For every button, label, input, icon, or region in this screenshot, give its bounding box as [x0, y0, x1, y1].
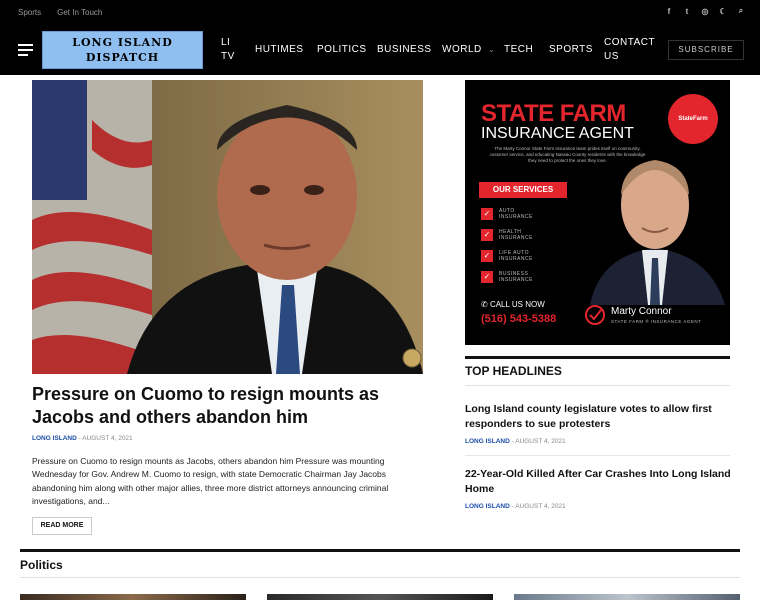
state-farm-ad[interactable]: STATE FARM INSURANCE AGENT StateFarm The… [465, 80, 730, 345]
hero-excerpt: Pressure on Cuomo to resign mounts as Ja… [32, 456, 389, 507]
service-row: ✓ AUTO INSURANCE [481, 208, 533, 220]
service-type: INSURANCE [499, 214, 533, 220]
ad-phone[interactable]: (516) 543-5388 [481, 313, 556, 325]
search-icon[interactable]: ⌕ [736, 6, 746, 16]
service-label: AUTO INSURANCE [499, 208, 533, 220]
nav-item-business[interactable]: BUSINESS [377, 44, 432, 55]
service-row: ✓ BUSINESS INSURANCE [481, 271, 533, 283]
top-links: Sports Get In Touch [18, 8, 102, 17]
nav-item-litv[interactable]: LI TV [221, 36, 235, 64]
checkmark-icon: ✓ [481, 208, 493, 220]
main-nav: LONG ISLAND DISPATCH LI TV HUTIMES POLIT… [0, 26, 760, 75]
service-row: ✓ LIFE AUTO INSURANCE [481, 250, 533, 262]
top-link-sports[interactable]: Sports [18, 8, 41, 17]
service-type: INSURANCE [499, 256, 533, 262]
agent-photo [590, 160, 725, 305]
headline-meta: LONG ISLAND - AUGUST 4, 2021 [465, 503, 566, 510]
divider [465, 385, 730, 386]
menu-icon[interactable] [18, 44, 33, 56]
headline-title[interactable]: Long Island county legislature votes to … [465, 402, 733, 431]
ad-call-label: ✆ CALL US NOW [481, 300, 545, 309]
subscribe-button[interactable]: SUBSCRIBE [668, 40, 744, 60]
ad-services-label: OUR SERVICES [479, 182, 567, 198]
headline-date: - AUGUST 4, 2021 [511, 503, 566, 510]
politics-thumbnail[interactable] [514, 594, 740, 600]
nav-item-world[interactable]: WORLD ⌄ [442, 44, 495, 55]
nav-contact-line1: CONTACT [604, 37, 656, 48]
checkmark-icon: ✓ [481, 250, 493, 262]
nav-litv-line1: LI [221, 37, 231, 48]
nav-world-label: WORLD [442, 44, 482, 55]
headline-title[interactable]: 22-Year-Old Killed After Car Crashes Int… [465, 467, 733, 496]
read-more-button[interactable]: READ MORE [32, 517, 92, 535]
nav-litv-line2: TV [221, 51, 235, 62]
social-icons: f t ◎ ☾ ⌕ [664, 6, 746, 16]
hero-image[interactable] [32, 80, 423, 374]
service-label: LIFE AUTO INSURANCE [499, 250, 533, 262]
agent-title: STATE FARM ® INSURANCE AGENT [611, 319, 702, 324]
top-headlines-title: TOP HEADLINES [465, 364, 562, 378]
politics-thumbnail[interactable] [20, 594, 246, 600]
service-label: BUSINESS INSURANCE [499, 271, 533, 283]
headline-meta: LONG ISLAND - AUGUST 4, 2021 [465, 438, 566, 445]
ad-call-text: CALL US NOW [489, 300, 545, 309]
top-headlines-rule [465, 356, 730, 359]
logo-line-2: DISPATCH [85, 51, 160, 64]
politics-rule [20, 549, 740, 552]
politics-thumbnail[interactable] [267, 594, 493, 600]
site-logo[interactable]: LONG ISLAND DISPATCH [42, 31, 203, 69]
ad-title: STATE FARM [481, 100, 626, 127]
top-bar: Sports Get In Touch f t ◎ ☾ ⌕ [0, 0, 760, 26]
nav-contact-line2: US [604, 51, 619, 62]
service-label: HEALTH INSURANCE [499, 229, 533, 241]
service-type: INSURANCE [499, 235, 533, 241]
divider [20, 577, 740, 578]
checkmark-icon: ✓ [481, 229, 493, 241]
nav-item-contact[interactable]: CONTACT US [604, 36, 655, 64]
headline-category[interactable]: LONG ISLAND [465, 438, 510, 445]
hero-category[interactable]: LONG ISLAND [32, 435, 77, 442]
service-type: INSURANCE [499, 277, 533, 283]
logo-line-1: LONG ISLAND [72, 36, 173, 49]
agent-name: Marty Connor [611, 306, 672, 317]
chevron-down-icon: ⌄ [488, 45, 496, 54]
headline-date: - AUGUST 4, 2021 [511, 438, 566, 445]
divider [465, 455, 730, 456]
hero-photo [32, 80, 423, 374]
facebook-icon[interactable]: f [664, 7, 674, 16]
nav-item-hutimes[interactable]: HUTIMES [255, 44, 304, 55]
dark-mode-icon[interactable]: ☾ [718, 7, 728, 16]
nav-item-politics[interactable]: POLITICS [317, 44, 367, 55]
phone-icon: ✆ [481, 300, 488, 309]
twitter-icon[interactable]: t [682, 7, 692, 16]
state-farm-logo: StateFarm [668, 94, 718, 144]
nav-item-tech[interactable]: TECH [504, 44, 533, 55]
hero-date: - AUGUST 4, 2021 [78, 435, 133, 442]
top-link-get-in-touch[interactable]: Get In Touch [57, 8, 102, 17]
instagram-icon[interactable]: ◎ [700, 7, 710, 16]
checkmark-icon: ✓ [481, 271, 493, 283]
politics-section-title[interactable]: Politics [20, 558, 63, 572]
hero-meta: LONG ISLAND - AUGUST 4, 2021 [32, 435, 133, 442]
nav-item-sports[interactable]: SPORTS [549, 44, 593, 55]
hero-title[interactable]: Pressure on Cuomo to resign mounts as Ja… [32, 383, 427, 429]
headline-category[interactable]: LONG ISLAND [465, 503, 510, 510]
service-row: ✓ HEALTH INSURANCE [481, 229, 533, 241]
